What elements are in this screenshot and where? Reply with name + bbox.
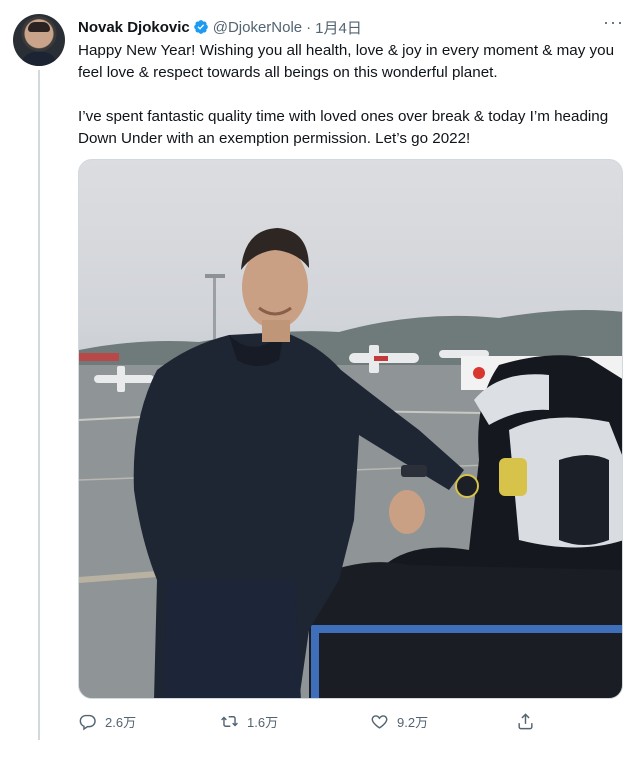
retweet-icon	[221, 716, 238, 727]
tweet-paragraph-2: I’ve spent fantastic quality time with l…	[78, 108, 609, 147]
separator: ·	[306, 18, 312, 36]
like-count: 9.2万	[397, 715, 429, 730]
tweet-date[interactable]: 1月4日	[315, 17, 362, 38]
verified-badge-icon	[193, 20, 208, 34]
tweet-photo[interactable]	[78, 159, 623, 699]
avatar[interactable]	[13, 14, 65, 66]
photo-illustration	[79, 228, 622, 698]
thread-line	[38, 70, 40, 740]
tweet-paragraph-1: Happy New Year! Wishing you all health, …	[78, 42, 615, 81]
tweet-actions: 2.6万 1.6万 9.2万	[78, 712, 548, 736]
heart-icon	[371, 715, 388, 729]
reply-count: 2.6万	[105, 715, 137, 730]
retweet-button[interactable]: 1.6万	[220, 712, 278, 731]
share-button[interactable]	[516, 712, 535, 731]
share-icon	[518, 713, 533, 730]
author-handle[interactable]: @DjokerNole	[213, 19, 302, 36]
like-button[interactable]: 9.2万	[370, 712, 428, 731]
reply-icon	[79, 714, 96, 731]
author-name[interactable]: Novak Djokovic	[78, 19, 190, 36]
tweet-header: Novak Djokovic @DjokerNole · 1月4日 ···	[78, 12, 624, 38]
reply-button[interactable]: 2.6万	[78, 712, 136, 731]
tweet-text: Happy New Year! Wishing you all health, …	[78, 40, 618, 172]
retweet-count: 1.6万	[247, 715, 279, 730]
more-options-icon[interactable]: ···	[603, 12, 624, 33]
